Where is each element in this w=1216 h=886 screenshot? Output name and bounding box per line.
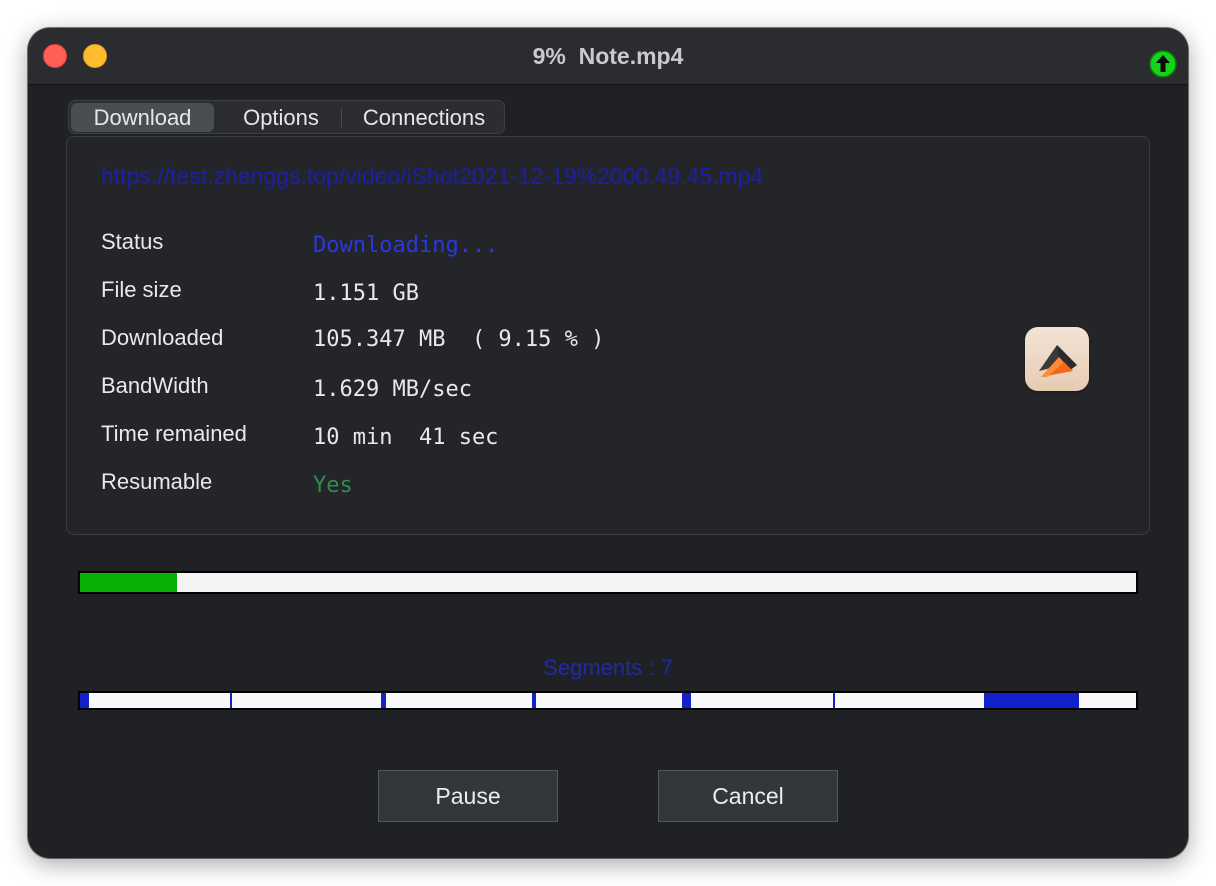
bandwidth-value: 1.629 MB/sec — [313, 377, 472, 402]
segment-progress — [80, 693, 90, 708]
window-title: 9% Note.mp4 — [532, 43, 684, 69]
segment-progress — [683, 693, 691, 708]
orange-chevron-app-icon — [1025, 327, 1089, 391]
segment-progress — [985, 693, 1079, 708]
file-size-value: 1.151 GB — [313, 281, 419, 306]
resumable-label: Resumable — [101, 469, 213, 494]
bandwidth-label: BandWidth — [101, 373, 209, 398]
tab-connections[interactable]: Connections — [345, 103, 503, 132]
resumable-value: Yes — [313, 473, 353, 498]
downloaded-label: Downloaded — [101, 325, 224, 350]
segment-progress — [381, 693, 387, 708]
segments-label: Segments : 7 — [543, 655, 673, 680]
segment-progress — [532, 693, 536, 708]
download-info-panel: https://test.zhenggs.top/video/iShot2021… — [66, 136, 1150, 535]
status-value: Downloading... — [313, 233, 499, 258]
cancel-button[interactable]: Cancel — [658, 770, 838, 822]
download-window: 9% Note.mp4 Download Options Connections… — [28, 28, 1188, 858]
title-bar[interactable]: 9% Note.mp4 — [28, 28, 1188, 85]
file-size-label: File size — [101, 277, 182, 302]
tab-separator — [341, 109, 342, 127]
overall-progress-bar — [78, 571, 1138, 594]
green-upload-arrow-icon — [1149, 50, 1177, 78]
tab-download[interactable]: Download — [71, 103, 214, 132]
segment-divider — [229, 693, 232, 708]
status-label: Status — [101, 229, 164, 254]
pause-button[interactable]: Pause — [378, 770, 558, 822]
tab-options[interactable]: Options — [219, 103, 343, 132]
segment-divider — [833, 693, 836, 708]
segments-bar — [78, 691, 1138, 710]
progress-bar-fill — [80, 573, 177, 592]
tab-bar: Download Options Connections — [68, 100, 505, 134]
time-remained-label: Time remained — [101, 421, 247, 446]
downloaded-value: 105.347 MB ( 9.15 % ) — [313, 327, 605, 352]
time-remained-value: 10 min 41 sec — [313, 425, 499, 450]
download-url: https://test.zhenggs.top/video/iShot2021… — [101, 163, 764, 189]
